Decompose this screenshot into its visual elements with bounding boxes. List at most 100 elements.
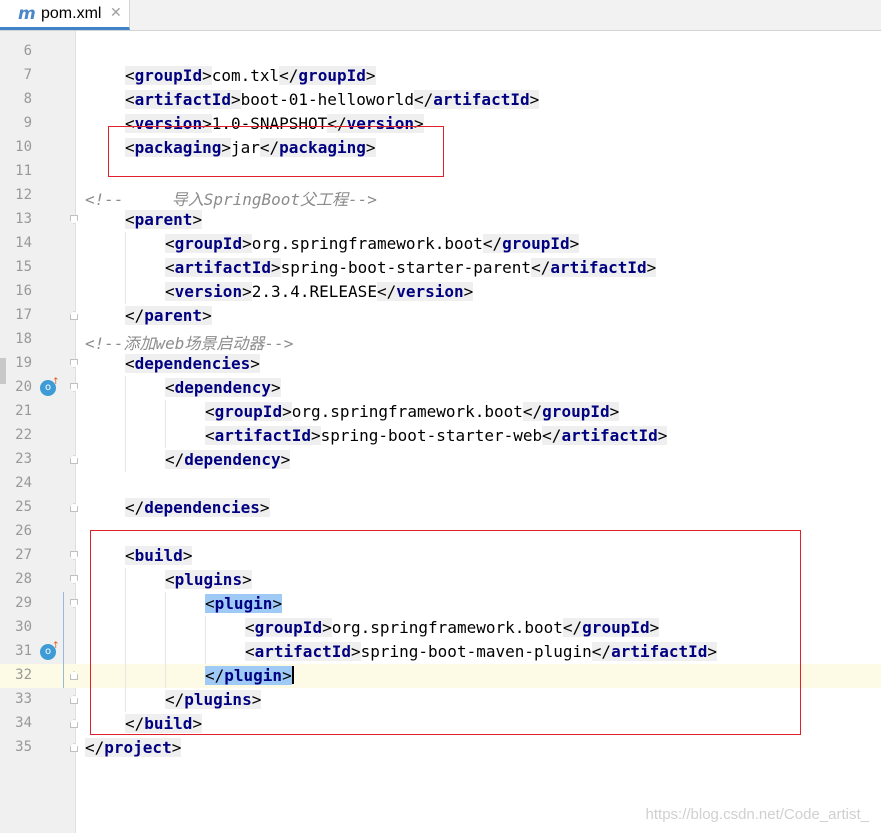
code-line[interactable]: 35 </project> — [0, 736, 881, 760]
tag-name: groupId — [174, 234, 243, 253]
indent-guide — [165, 400, 166, 448]
code-text[interactable]: <version>2.3.4.RELEASE</version> — [165, 282, 474, 301]
line-number[interactable]: 19 — [8, 355, 32, 371]
code-line[interactable]: 25 </dependencies> — [0, 496, 881, 520]
code-text[interactable]: </project> — [85, 738, 182, 757]
fold-icon[interactable] — [70, 551, 78, 560]
code-text[interactable]: </parent> — [125, 306, 212, 325]
code-line[interactable]: 19 <dependencies> — [0, 352, 881, 376]
line-number[interactable]: 34 — [8, 715, 32, 731]
code-text[interactable]: </dependency> — [165, 450, 291, 469]
code-text[interactable]: <artifactId>spring-boot-starter-parent</… — [165, 258, 657, 277]
code-line[interactable]: 24 — [0, 472, 881, 496]
tag-bracket: </ — [165, 450, 185, 469]
line-number[interactable]: 30 — [8, 619, 32, 635]
code-text[interactable]: <!--添加web场景启动器--> — [85, 330, 293, 354]
line-number[interactable]: 11 — [8, 163, 32, 179]
tag-bracket: < — [125, 90, 135, 109]
line-number[interactable]: 14 — [8, 235, 32, 251]
close-icon[interactable]: ✕ — [110, 5, 122, 21]
xml-tag: <artifactId> — [125, 90, 241, 109]
line-number[interactable]: 32 — [8, 667, 32, 683]
xml-tag: <artifactId> — [165, 258, 281, 277]
fold-end-icon[interactable] — [70, 503, 78, 512]
line-number[interactable]: 26 — [8, 523, 32, 539]
tag-bracket: </ — [279, 66, 299, 85]
line-number[interactable]: 25 — [8, 499, 32, 515]
tab-label: pom.xml — [41, 5, 102, 22]
line-number[interactable]: 33 — [8, 691, 32, 707]
code-text[interactable]: <dependencies> — [125, 354, 260, 373]
xml-tag: <dependency> — [165, 378, 281, 397]
tag-bracket: > — [171, 738, 182, 757]
code-line[interactable]: 8 <artifactId>boot-01-helloworld</artifac… — [0, 88, 881, 112]
line-number[interactable]: 9 — [8, 115, 32, 131]
fold-end-icon[interactable] — [70, 671, 78, 680]
fold-end-icon[interactable] — [70, 455, 78, 464]
line-number[interactable]: 29 — [8, 595, 32, 611]
code-line[interactable]: 18 <!--添加web场景启动器--> — [0, 328, 881, 354]
fold-icon[interactable] — [70, 575, 78, 584]
line-number[interactable]: 24 — [8, 475, 32, 491]
code-line[interactable]: 7 <groupId>com.txl</groupId> — [0, 64, 881, 88]
code-line[interactable]: 15 <artifactId>spring-boot-starter-parent… — [0, 256, 881, 280]
line-number[interactable]: 7 — [8, 67, 32, 83]
code-line[interactable]: 22 <artifactId>spring-boot-starter-web</a… — [0, 424, 881, 448]
code-line[interactable]: 21 <groupId>org.springframework.boot</gro… — [0, 400, 881, 424]
code-text[interactable]: <parent> — [125, 210, 203, 229]
line-number[interactable]: 20 — [8, 379, 32, 395]
xml-comment: <!--添加web场景启动器--> — [85, 334, 294, 353]
line-number[interactable]: 22 — [8, 427, 32, 443]
fold-end-icon[interactable] — [70, 743, 78, 752]
fold-icon[interactable] — [70, 383, 78, 392]
code-line[interactable]: 13 <parent> — [0, 208, 881, 232]
fold-icon[interactable] — [70, 359, 78, 368]
line-number[interactable]: 12 — [8, 187, 32, 203]
tag-name: groupId — [214, 402, 283, 421]
code-text[interactable]: </dependencies> — [125, 498, 270, 517]
tag-bracket: > — [646, 258, 657, 277]
xml-comment: <!-- 导入SpringBoot父工程--> — [85, 190, 377, 209]
fold-end-icon[interactable] — [70, 695, 78, 704]
line-number[interactable]: 8 — [8, 91, 32, 107]
line-number[interactable]: 18 — [8, 331, 32, 347]
tag-bracket: > — [250, 354, 260, 373]
tag-name: artifactId — [433, 90, 530, 109]
code-text[interactable]: <artifactId>spring-boot-starter-web</art… — [205, 426, 668, 445]
line-number[interactable]: 23 — [8, 451, 32, 467]
code-text[interactable]: <!-- 导入SpringBoot父工程--> — [85, 186, 377, 210]
fold-end-icon[interactable] — [70, 311, 78, 320]
line-number[interactable]: 10 — [8, 139, 32, 155]
xml-tag: </project> — [85, 738, 182, 757]
line-number[interactable]: 16 — [8, 283, 32, 299]
fold-end-icon[interactable] — [70, 719, 78, 728]
line-number[interactable]: 13 — [8, 211, 32, 227]
code-line[interactable]: 14 <groupId>org.springframework.boot</gro… — [0, 232, 881, 256]
code-line[interactable]: 12 <!-- 导入SpringBoot父工程--> — [0, 184, 881, 210]
line-number[interactable]: 15 — [8, 259, 32, 275]
xml-tag: </groupId> — [522, 402, 620, 421]
line-number[interactable]: 31 — [8, 643, 32, 659]
code-line[interactable]: 16 <version>2.3.4.RELEASE</version> — [0, 280, 881, 304]
code-text[interactable]: <artifactId>boot-01-helloworld</artifact… — [125, 90, 540, 109]
line-number[interactable]: 27 — [8, 547, 32, 563]
code-text[interactable]: <groupId>org.springframework.boot</group… — [165, 234, 580, 253]
line-number[interactable]: 28 — [8, 571, 32, 587]
code-line[interactable]: 6 — [0, 40, 881, 64]
line-number[interactable]: 17 — [8, 307, 32, 323]
line-number[interactable]: 6 — [8, 43, 32, 59]
tag-bracket: > — [282, 402, 292, 421]
code-text[interactable]: <groupId>com.txl</groupId> — [125, 66, 376, 85]
fold-icon[interactable] — [70, 215, 78, 224]
code-text[interactable]: <dependency> — [165, 378, 281, 397]
code-line[interactable]: 17 </parent> — [0, 304, 881, 328]
code-line[interactable]: 20 o ↑ <dependency> — [0, 376, 881, 400]
tag-name: dependencies — [134, 354, 251, 373]
fold-icon[interactable] — [70, 599, 78, 608]
code-line[interactable]: 23 </dependency> — [0, 448, 881, 472]
code-text[interactable]: <groupId>org.springframework.boot</group… — [205, 402, 620, 421]
line-number[interactable]: 21 — [8, 403, 32, 419]
tab-pom-xml[interactable]: m pom.xml ✕ — [0, 0, 130, 30]
editor-tab-bar: m pom.xml ✕ — [0, 0, 881, 31]
line-number[interactable]: 35 — [8, 739, 32, 755]
